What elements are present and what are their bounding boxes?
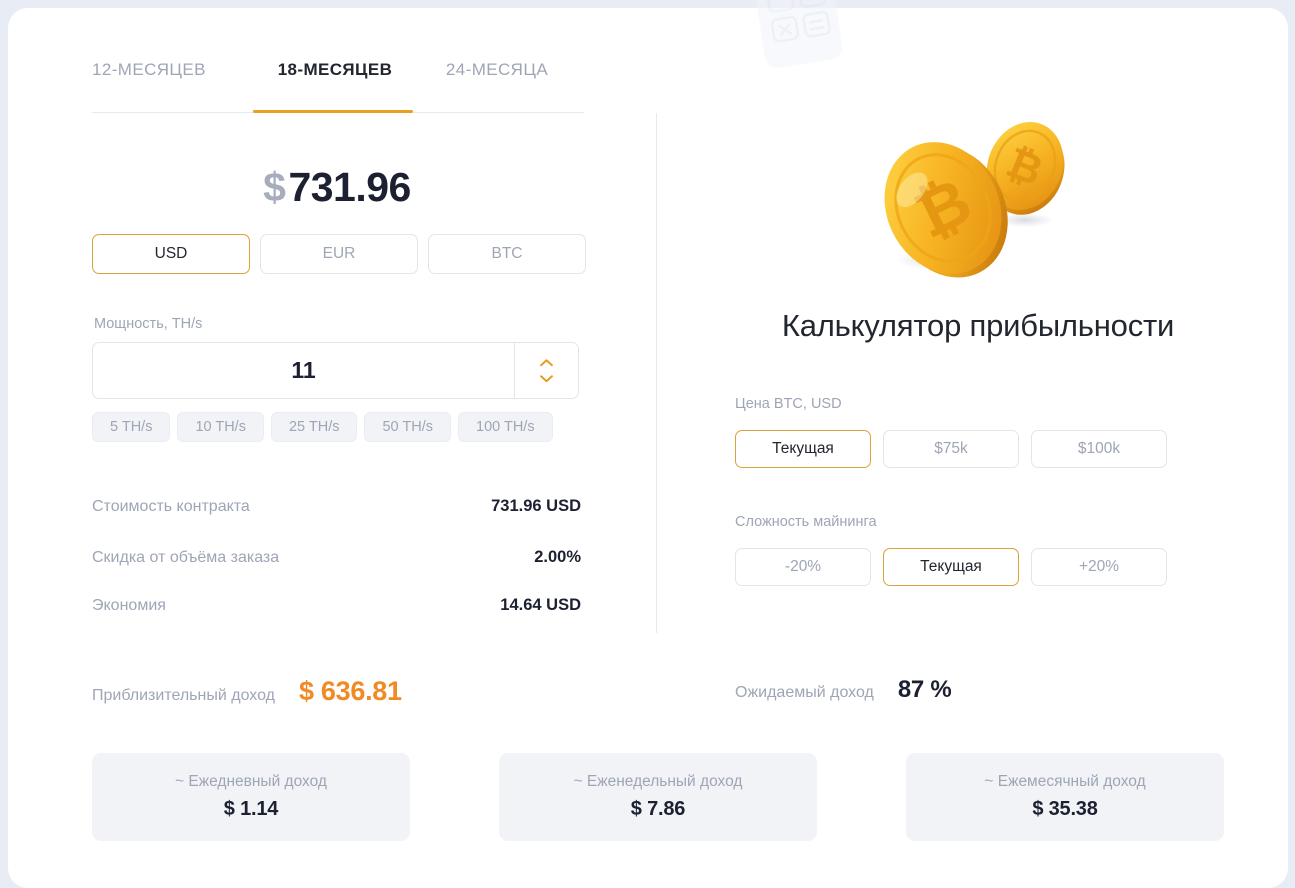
- difficulty-plus-20[interactable]: +20%: [1031, 548, 1167, 586]
- price-amount: 731.96: [288, 164, 411, 210]
- income-card-title: ~ Ежедневный доход: [175, 773, 327, 790]
- expected-income-value: 87 %: [897, 676, 952, 703]
- approximate-income-label: Приблизительный доход: [92, 687, 275, 704]
- income-card-title: ~ Ежемесячный доход: [984, 773, 1146, 790]
- btc-price-label: Цена BTC, USD: [735, 396, 842, 412]
- income-cards: ~ Ежедневный доход $ 1.14 ~ Еженедельный…: [92, 753, 1224, 841]
- detail-label-savings: Экономия: [92, 597, 166, 614]
- duration-tabs: 12-МЕСЯЦЕВ 18-МЕСЯЦЕВ 24-МЕСЯЦА: [92, 60, 578, 112]
- panel-divider: [656, 113, 657, 633]
- btc-price-options: Текущая $75k $100k: [735, 430, 1167, 468]
- preset-100[interactable]: 100 TH/s: [458, 412, 553, 442]
- difficulty-label: Сложность майнинга: [735, 514, 877, 530]
- expected-income-label: Ожидаемый доход: [735, 684, 874, 701]
- preset-10[interactable]: 10 TH/s: [177, 412, 264, 442]
- detail-row: Экономия 14.64 USD: [92, 596, 581, 615]
- detail-value-volume-discount: 2.00%: [534, 548, 581, 566]
- chevron-down-icon[interactable]: [539, 374, 554, 383]
- approximate-income: Приблизительный доход $ 636.81: [92, 676, 402, 707]
- contract-price: $731.96: [92, 164, 582, 211]
- difficulty-current[interactable]: Текущая: [883, 548, 1019, 586]
- tab-18-months[interactable]: 18-МЕСЯЦЕВ: [254, 60, 416, 112]
- price-currency-symbol: $: [263, 164, 286, 210]
- currency-button-btc[interactable]: BTC: [428, 234, 586, 274]
- detail-value-savings: 14.64 USD: [500, 596, 581, 614]
- power-field: [92, 342, 579, 399]
- income-card-value: $ 7.86: [630, 798, 686, 820]
- power-label: Мощность, TH/s: [94, 316, 203, 332]
- power-presets: 5 TH/s 10 TH/s 25 TH/s 50 TH/s 100 TH/s: [92, 412, 553, 442]
- preset-5[interactable]: 5 TH/s: [92, 412, 171, 442]
- calculator-card: 12-МЕСЯЦЕВ 18-МЕСЯЦЕВ 24-МЕСЯЦА $731.96 …: [8, 0, 1288, 888]
- difficulty-options: -20% Текущая +20%: [735, 548, 1167, 586]
- approximate-income-value: $ 636.81: [299, 676, 402, 706]
- income-card-daily: ~ Ежедневный доход $ 1.14: [92, 753, 410, 841]
- income-card-title: ~ Еженедельный доход: [573, 773, 743, 790]
- income-card-value: $ 35.38: [1032, 798, 1098, 820]
- calculator-icon: [755, 0, 843, 68]
- tab-active-indicator: [253, 110, 413, 113]
- tab-24-months[interactable]: 24-МЕСЯЦА: [416, 60, 578, 112]
- page-title: Калькулятор прибыльности: [781, 308, 1175, 343]
- detail-label-volume-discount: Скидка от объёма заказа: [92, 549, 280, 566]
- detail-row: Стоимость контракта 731.96 USD: [92, 497, 581, 516]
- power-stepper[interactable]: [514, 343, 578, 398]
- preset-25[interactable]: 25 TH/s: [270, 412, 358, 442]
- income-card-value: $ 1.14: [223, 798, 279, 820]
- tab-12-months[interactable]: 12-МЕСЯЦЕВ: [92, 60, 254, 112]
- btc-price-75k[interactable]: $75k: [883, 430, 1019, 468]
- detail-label-contract-cost: Стоимость контракта: [92, 498, 250, 515]
- currency-selector: USD EUR BTC: [92, 234, 586, 274]
- bitcoin-coins-illustration: ₿ ₿: [884, 122, 1065, 278]
- btc-price-100k[interactable]: $100k: [1031, 430, 1167, 468]
- chevron-up-icon[interactable]: [539, 358, 554, 367]
- difficulty-minus-20[interactable]: -20%: [735, 548, 871, 586]
- power-input[interactable]: [93, 343, 514, 398]
- detail-row: Скидка от объёма заказа 2.00%: [92, 548, 581, 567]
- currency-button-usd[interactable]: USD: [92, 234, 250, 274]
- income-card-weekly: ~ Еженедельный доход $ 7.86: [499, 753, 817, 841]
- detail-value-contract-cost: 731.96 USD: [491, 497, 581, 515]
- income-card-monthly: ~ Ежемесячный доход $ 35.38: [906, 753, 1224, 841]
- currency-button-eur[interactable]: EUR: [260, 234, 418, 274]
- expected-income: Ожидаемый доход 87 %: [735, 676, 952, 704]
- preset-50[interactable]: 50 TH/s: [364, 412, 451, 442]
- btc-price-current[interactable]: Текущая: [735, 430, 871, 468]
